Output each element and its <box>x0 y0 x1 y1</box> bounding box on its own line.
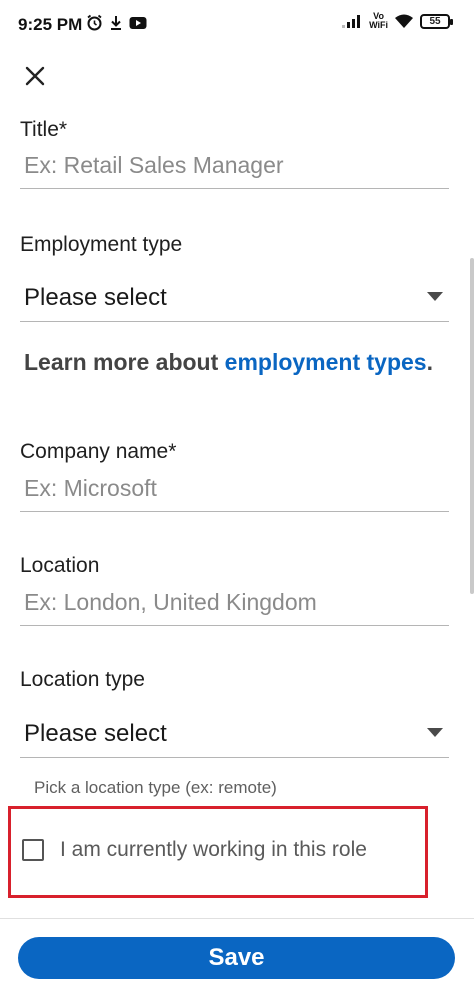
status-bar: 9:25 PM Vo WiFi 55 <box>0 0 474 52</box>
learn-more-suffix: . <box>426 349 433 375</box>
current-role-checkbox-row[interactable]: I am currently working in this role <box>22 838 367 862</box>
title-label: Title* <box>20 118 68 141</box>
signal-icon <box>342 15 361 28</box>
title-field[interactable] <box>20 143 449 189</box>
learn-more-text: Learn more about employment types. <box>24 346 444 378</box>
dropdown-arrow-icon <box>427 292 443 301</box>
close-button[interactable] <box>18 60 52 94</box>
current-role-label: I am currently working in this role <box>60 838 367 861</box>
employment-type-value: Please select <box>24 284 167 311</box>
status-time: 9:25 PM <box>18 15 83 34</box>
dropdown-arrow-icon <box>427 728 443 737</box>
vowifi-bottom-text: WiFi <box>369 20 388 30</box>
battery-level: 55 <box>429 15 441 27</box>
alarm-icon <box>87 14 102 31</box>
vowifi-icon: Vo WiFi <box>369 12 388 30</box>
status-left-icons <box>86 14 147 31</box>
location-type-helper: Pick a location type (ex: remote) <box>34 778 277 797</box>
company-name-input[interactable] <box>20 466 449 511</box>
location-field[interactable] <box>20 580 449 626</box>
location-input[interactable] <box>20 580 449 625</box>
learn-more-prefix: Learn more about <box>24 349 225 375</box>
location-type-label: Location type <box>20 668 145 691</box>
scrollbar[interactable] <box>470 258 474 594</box>
footer-divider <box>0 918 474 919</box>
status-right-icons: Vo WiFi 55 <box>341 12 453 30</box>
company-name-label: Company name* <box>20 440 177 463</box>
current-role-checkbox[interactable] <box>22 839 44 861</box>
employment-type-label: Employment type <box>20 233 183 256</box>
company-name-field[interactable] <box>20 466 449 512</box>
battery-icon: 55 <box>420 13 453 29</box>
youtube-icon <box>129 16 147 29</box>
download-icon <box>111 15 121 30</box>
wifi-icon <box>395 14 413 28</box>
location-type-value: Please select <box>24 720 167 747</box>
save-button[interactable]: Save <box>18 937 455 979</box>
employment-type-select[interactable]: Please select <box>20 272 449 322</box>
location-label: Location <box>20 554 100 577</box>
close-icon <box>25 66 45 86</box>
title-input[interactable] <box>20 143 449 188</box>
location-type-select[interactable]: Please select <box>20 708 449 758</box>
employment-types-link[interactable]: employment types <box>225 349 427 375</box>
